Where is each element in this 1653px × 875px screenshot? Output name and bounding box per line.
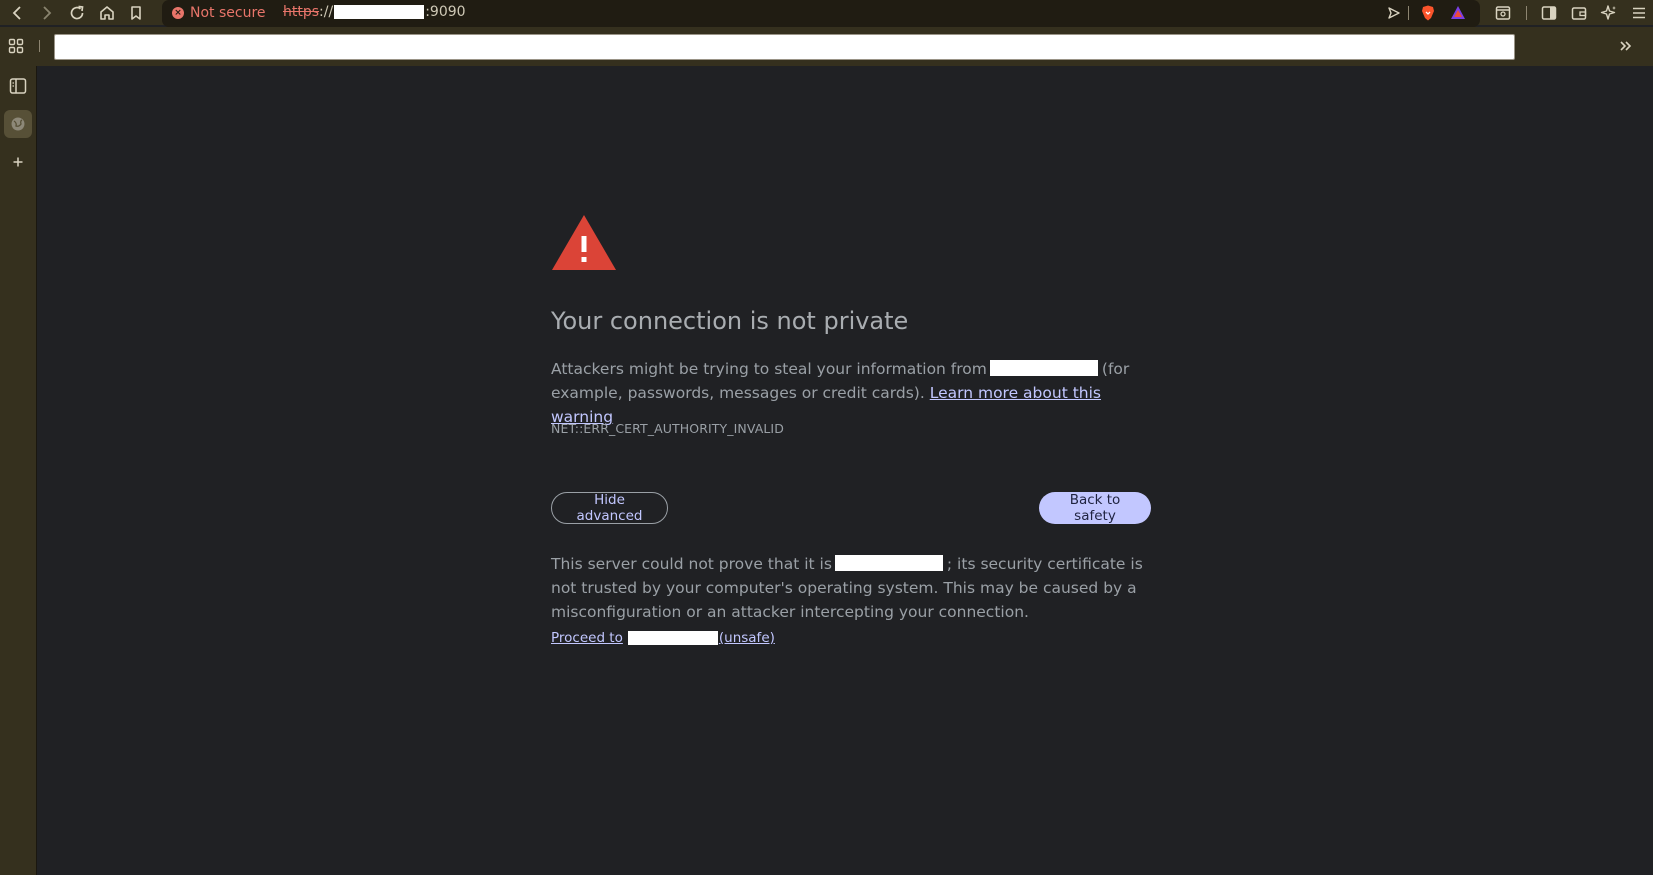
- explanation-text: Attackers might be trying to steal your …: [551, 357, 1151, 429]
- toolbar-divider: [1408, 6, 1409, 20]
- brave-rewards-button[interactable]: [1446, 1, 1470, 25]
- reload-button[interactable]: [65, 1, 89, 25]
- back-button[interactable]: [6, 1, 30, 25]
- bookmarks-bar-field[interactable]: [54, 34, 1515, 60]
- redacted-hostname: [834, 555, 943, 571]
- wallet-button[interactable]: [1567, 1, 1591, 25]
- browser-toolbar: × Not secure https :// :9090: [0, 0, 1653, 27]
- url-separator: ://: [319, 4, 334, 20]
- sidebar-toggle-button[interactable]: [1537, 1, 1561, 25]
- home-icon: [100, 6, 114, 20]
- url-scheme: https: [283, 4, 320, 20]
- bookmark-icon: [131, 6, 141, 20]
- sidebar-add-button[interactable]: [4, 148, 32, 176]
- reload-icon: [70, 5, 84, 20]
- share-button[interactable]: [1382, 1, 1406, 25]
- sidebar-item-site[interactable]: [4, 110, 32, 138]
- chevron-left-icon: [12, 6, 21, 20]
- explanation-pre: Attackers might be trying to steal your …: [551, 360, 987, 378]
- plus-icon: [13, 157, 23, 167]
- chevron-right-icon: [43, 6, 52, 20]
- tab-search-icon: [1495, 6, 1511, 20]
- page-title: Your connection is not private: [551, 307, 909, 335]
- proceed-link-row: Proceed to (unsafe): [551, 630, 775, 646]
- details-text: This server could not prove that it is; …: [551, 552, 1151, 624]
- error-code: NET::ERR_CERT_AUTHORITY_INVALID: [551, 421, 784, 436]
- address-bar[interactable]: × Not secure https :// :9090: [162, 0, 1480, 27]
- hide-advanced-button[interactable]: Hide advanced: [551, 492, 668, 524]
- sidebar-panel-button[interactable]: [4, 72, 32, 100]
- url-text[interactable]: https :// :9090: [283, 4, 466, 20]
- bookmarks-bar: [0, 27, 1653, 66]
- proceed-link[interactable]: Proceed to: [551, 630, 623, 646]
- proceed-unsafe-link[interactable]: (unsafe): [719, 630, 775, 646]
- redacted-hostname: [334, 5, 425, 19]
- apps-grid-icon: [8, 38, 24, 54]
- warning-icon: [552, 215, 616, 270]
- bookmark-button[interactable]: [124, 1, 148, 25]
- security-label: Not secure: [190, 5, 266, 21]
- security-chip[interactable]: × Not secure: [172, 5, 266, 21]
- bookmarks-overflow-button[interactable]: [1614, 34, 1638, 58]
- chevrons-right-icon: [1620, 41, 1632, 51]
- brave-shields-button[interactable]: [1416, 1, 1440, 25]
- wallet-icon: [1571, 7, 1587, 20]
- not-secure-icon: ×: [172, 7, 184, 19]
- redacted-hostname: [989, 360, 1098, 376]
- back-to-safety-button[interactable]: Back to safety: [1039, 492, 1151, 524]
- menu-button[interactable]: [1627, 1, 1651, 25]
- leo-ai-icon: [1600, 5, 1616, 20]
- page-content: Your connection is not private Attackers…: [38, 66, 1653, 875]
- redacted-hostname: [627, 631, 718, 645]
- toolbar-divider: [1526, 6, 1527, 20]
- globe-icon: [11, 117, 25, 131]
- home-button[interactable]: [95, 1, 119, 25]
- sidebar-toggle-icon: [1541, 6, 1557, 20]
- share-icon: [1388, 7, 1400, 19]
- brave-shields-icon: [1422, 5, 1434, 21]
- url-port: :9090: [425, 4, 466, 20]
- menu-icon: [1633, 7, 1645, 19]
- details-pre: This server could not prove that it is: [551, 555, 832, 573]
- leo-ai-button[interactable]: [1597, 1, 1621, 25]
- brave-rewards-icon: [1451, 6, 1465, 19]
- sidebar-panel-icon: [9, 78, 27, 94]
- browser-sidebar: [0, 66, 37, 875]
- bookmarks-divider: [39, 40, 40, 52]
- tab-search-button[interactable]: [1491, 1, 1515, 25]
- apps-button[interactable]: [4, 34, 28, 58]
- forward-button[interactable]: [34, 1, 58, 25]
